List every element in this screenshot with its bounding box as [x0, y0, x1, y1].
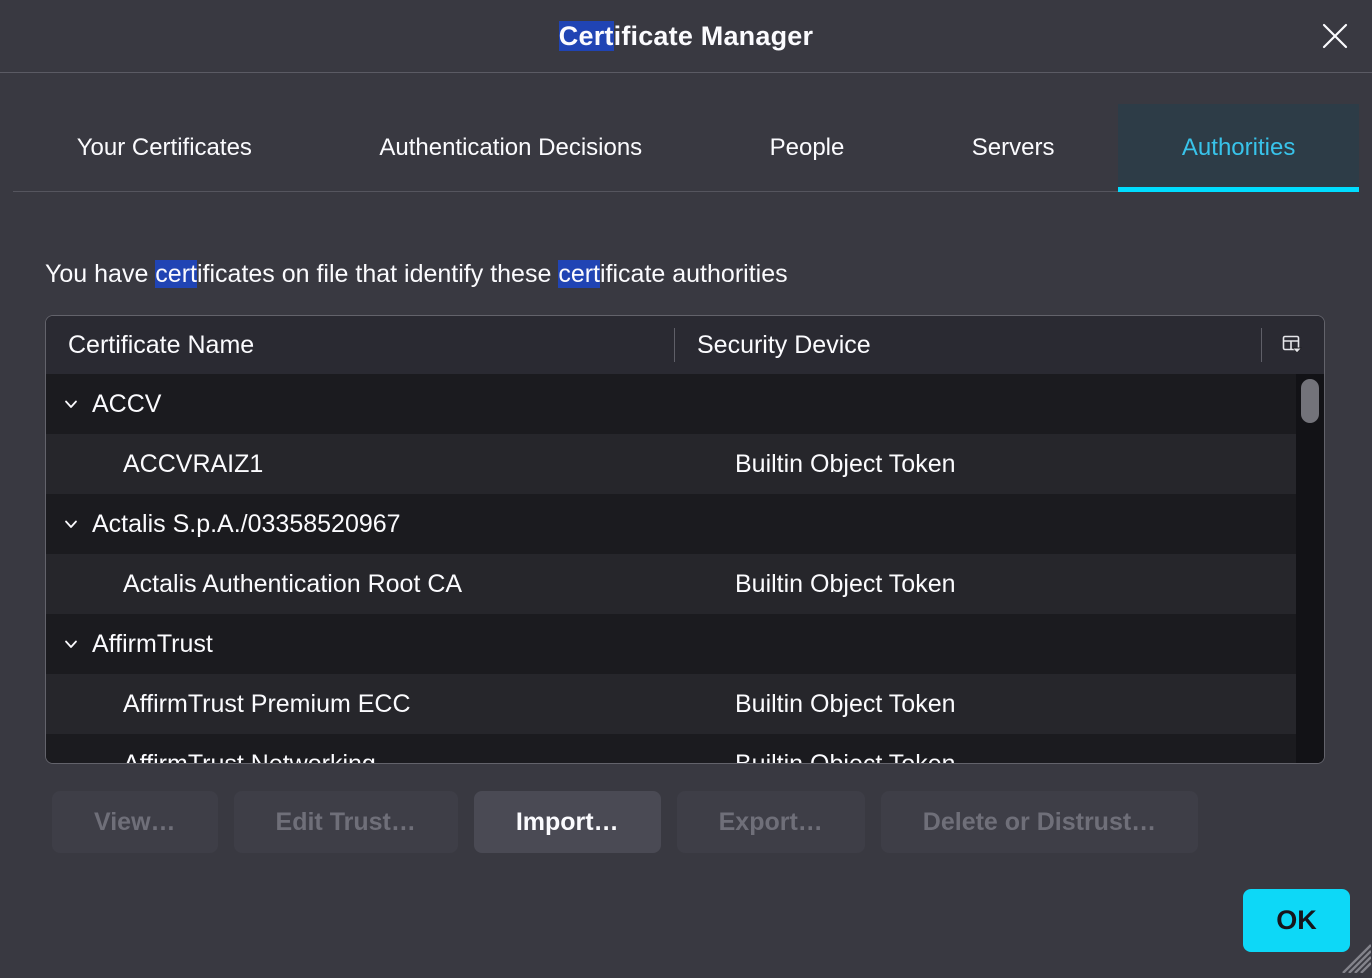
certificate-name-label: ACCVRAIZ1 [123, 450, 263, 479]
certificate-name-label: AffirmTrust Networking [123, 750, 376, 765]
certificate-manager-dialog: { "window": { "title_parts": [ {"text": … [0, 0, 1372, 974]
certificate-name-label: AffirmTrust [92, 630, 213, 659]
certificate-name-cell: ACCVRAIZ1 [46, 450, 730, 479]
edit-trust-button[interactable]: Edit Trust… [234, 791, 458, 853]
certificate-group-row[interactable]: AffirmTrust [46, 614, 1324, 674]
dialog-title: Certificate Manager [559, 21, 813, 52]
column-header-certificate-name[interactable]: Certificate Name [46, 331, 674, 360]
close-icon [1320, 21, 1350, 51]
certificate-name-cell: Actalis S.p.A./03358520967 [46, 510, 653, 539]
action-button-row: View… Edit Trust… Import… Export… Delete or … [52, 791, 1327, 853]
tab-authentication-decisions[interactable]: Authentication Decisions [316, 104, 706, 191]
chevron-down-icon[interactable] [63, 636, 79, 652]
security-device-cell: Builtin Object Token [730, 570, 1324, 599]
column-picker-icon [1281, 333, 1305, 357]
certificate-name-cell: ACCV [46, 390, 653, 419]
security-device-cell: Builtin Object Token [730, 690, 1324, 719]
chevron-down-icon[interactable] [63, 396, 79, 412]
tab-servers[interactable]: Servers [908, 104, 1118, 191]
certificate-row[interactable]: Actalis Authentication Root CA Builtin Ob… [46, 554, 1324, 614]
import-button[interactable]: Import… [474, 791, 661, 853]
certificate-row[interactable]: AffirmTrust Premium ECC Builtin Object To… [46, 674, 1324, 734]
certificate-name-label: AffirmTrust Premium ECC [123, 690, 411, 719]
scrollbar-track[interactable] [1296, 374, 1324, 763]
certificate-group-row[interactable]: ACCV [46, 374, 1324, 434]
certificates-table: Certificate Name Security Device ACCV ACC… [45, 315, 1325, 764]
security-device-cell: Builtin Object Token [730, 750, 1324, 765]
certificate-name-cell: AffirmTrust [46, 630, 653, 659]
text-fragment: ificate authorities [600, 260, 788, 288]
certificate-name-cell: AffirmTrust Networking [46, 750, 730, 765]
tab-people[interactable]: People [706, 104, 908, 191]
tab-your-certificates[interactable]: Your Certificates [13, 104, 316, 191]
tab-authorities[interactable]: Authorities [1118, 104, 1359, 191]
text-fragment: ificates on file that identify these [197, 260, 558, 288]
table-body: ACCVACCVRAIZ1Builtin Object TokenActalis… [46, 374, 1324, 764]
tab-bar: Your CertificatesAuthentication Decision… [13, 104, 1359, 192]
title-bar: Certificate Manager [0, 0, 1372, 73]
certificate-row[interactable]: AffirmTrust Networking Builtin Object Tok… [46, 734, 1324, 764]
delete-or-distrust-button[interactable]: Delete or Distrust… [881, 791, 1198, 853]
find-highlight: cert [155, 260, 197, 288]
scrollbar-thumb[interactable] [1301, 379, 1319, 423]
certificate-row[interactable]: ACCVRAIZ1 Builtin Object Token [46, 434, 1324, 494]
find-highlight: Cert [559, 21, 614, 51]
column-header-security-device[interactable]: Security Device [675, 331, 1261, 360]
chevron-down-icon[interactable] [63, 516, 79, 532]
view-button[interactable]: View… [52, 791, 218, 853]
security-device-cell: Builtin Object Token [730, 450, 1324, 479]
text-fragment: You have [45, 260, 155, 288]
resize-grip-icon[interactable] [1333, 935, 1371, 973]
export-button[interactable]: Export… [677, 791, 865, 853]
table-header: Certificate Name Security Device [46, 316, 1324, 374]
description-text: You have certificates on file that ident… [45, 258, 1327, 290]
text-fragment: ificate Manager [614, 21, 814, 51]
find-highlight: cert [558, 260, 600, 288]
close-button[interactable] [1312, 13, 1358, 59]
certificate-name-label: Actalis Authentication Root CA [123, 570, 462, 599]
certificate-name-label: ACCV [92, 390, 161, 419]
certificate-name-label: Actalis S.p.A./03358520967 [92, 510, 401, 539]
certificate-group-row[interactable]: Actalis S.p.A./03358520967 [46, 494, 1324, 554]
certificate-name-cell: AffirmTrust Premium ECC [46, 690, 730, 719]
certificate-name-cell: Actalis Authentication Root CA [46, 570, 730, 599]
column-picker-button[interactable] [1262, 316, 1324, 374]
